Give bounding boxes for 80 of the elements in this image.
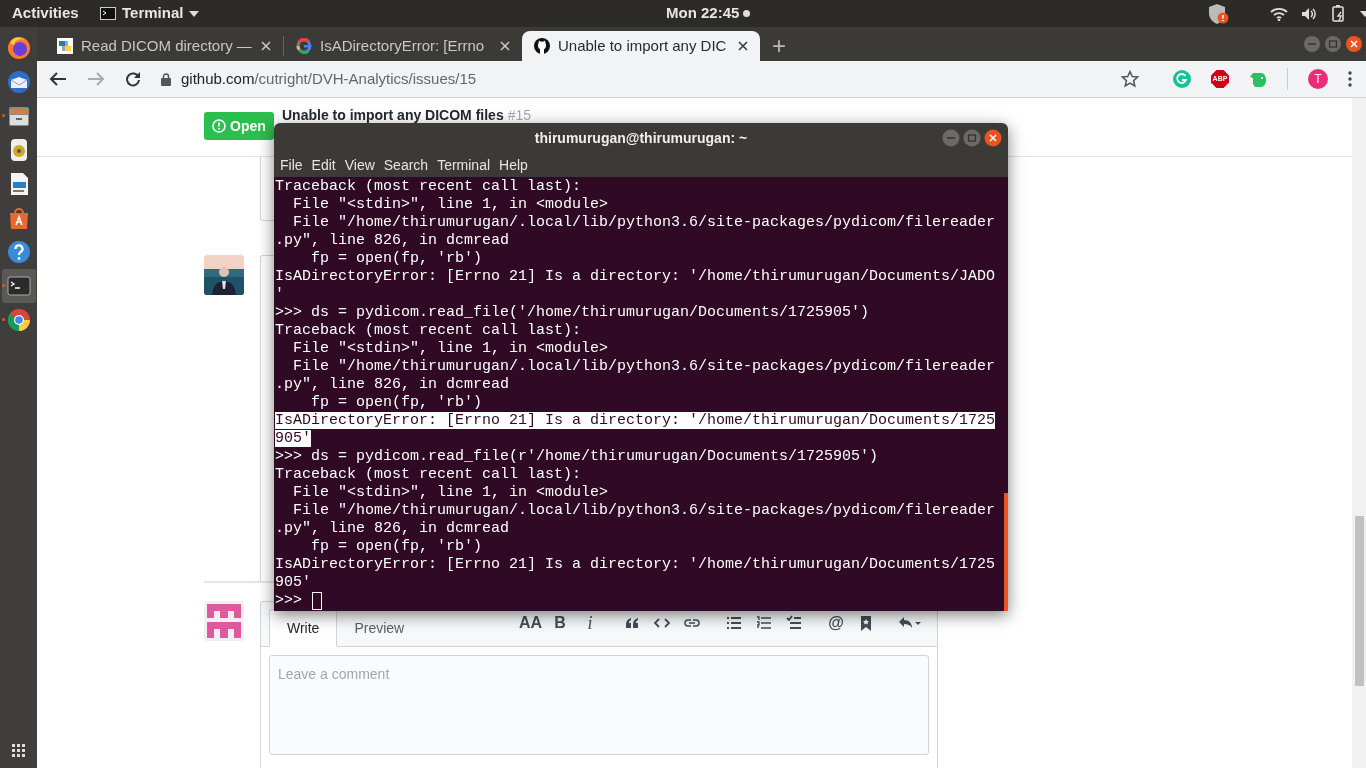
python-logo-icon (57, 38, 73, 54)
shield-icon[interactable] (1208, 2, 1230, 25)
editor-tab[interactable]: Preview (337, 609, 422, 647)
italic-button[interactable]: i (579, 609, 601, 637)
issue-number: #15 (507, 107, 532, 123)
new-tab-button[interactable]: + (772, 31, 786, 61)
terminal-line: ' (275, 286, 284, 303)
profile-avatar[interactable]: T (1308, 69, 1328, 89)
running-dot-icon (1, 284, 5, 287)
terminal-line: .py", line 826, in dcmread (275, 520, 510, 537)
terminal-icon (100, 7, 116, 20)
octocat-icon (534, 38, 550, 54)
menu-item[interactable]: Edit (311, 154, 336, 176)
dot-icon (743, 10, 751, 17)
text-cursor (312, 592, 322, 610)
task-list-icon[interactable] (786, 615, 802, 631)
app-menu[interactable]: Terminal (122, 2, 184, 25)
close-icon[interactable] (1346, 36, 1362, 52)
window-title: thirumurugan@thirumurugan: ~ (534, 128, 748, 148)
more-menu-icon[interactable] (1348, 71, 1352, 87)
menu-item[interactable]: Search (383, 154, 429, 176)
reload-icon[interactable] (125, 71, 141, 87)
terminal-prompt: >>> (275, 592, 302, 610)
terminal-line: 905' (275, 574, 311, 591)
terminal-line: Traceback (most recent call last): (275, 322, 582, 339)
caret-icon (189, 10, 200, 17)
numbered-list-icon[interactable] (756, 615, 772, 631)
google-logo-icon (296, 38, 312, 54)
terminal-line: fp = open(fp, 'rb') (310, 394, 483, 411)
menu-item[interactable]: Terminal (437, 154, 491, 176)
browser-tab[interactable]: IsADirectoryError: [Errno (284, 31, 522, 61)
terminal-line: .py", line 826, in dcmread (275, 232, 510, 249)
close-icon[interactable] (738, 41, 748, 51)
battery-icon[interactable] (1332, 5, 1346, 22)
terminal-line: IsADirectoryError: [Errno 21] Is a directory: '/home/thirumurugan/Documents/1725 (275, 556, 996, 573)
terminal-line: File "/home/thirumurugan/.local/lib/python3.6/site-packages/pydicom/filereader (292, 214, 996, 231)
alert-icon (212, 119, 227, 133)
terminal-line: Traceback (most recent call last): (275, 178, 582, 195)
editor-tab[interactable]: Write (269, 609, 338, 647)
clock[interactable]: Mon 22:45 (666, 2, 740, 25)
terminal-line: File "<stdin>", line 1, in <module> (292, 196, 609, 213)
terminal-line: File "/home/thirumurugan/.local/lib/python3.6/site-packages/pydicom/filereader (292, 358, 996, 375)
terminal-line: File "<stdin>", line 1, in <module> (292, 484, 609, 501)
quote-icon[interactable] (624, 615, 640, 631)
format-button[interactable]: AA (519, 611, 541, 635)
status-badge: Open (204, 112, 274, 140)
activities-button[interactable]: Activities (0, 2, 100, 25)
menu-item[interactable]: File (280, 154, 303, 176)
issue-title: Unable to import any DICOM files (282, 107, 504, 123)
terminal-line: fp = open(fp, 'rb') (310, 538, 483, 555)
running-dot-icon (1, 318, 5, 321)
bookmark-icon[interactable] (858, 615, 874, 631)
volume-icon[interactable] (1302, 6, 1318, 21)
terminal-line: >>> ds = pydicom.read_file(r'/home/thirumurugan/Documents/1725905') (275, 448, 879, 465)
terminal-line: >>> ds = pydicom.read_file('/home/thirumurugan/Documents/1725905') (275, 304, 870, 321)
menu-item[interactable]: View (344, 154, 375, 176)
browser-tab[interactable]: Unable to import any DIC (522, 31, 760, 61)
back-icon[interactable] (49, 71, 67, 87)
terminal-line: Traceback (most recent call last): (275, 466, 582, 483)
terminal-line: File "/home/thirumurugan/.local/lib/python3.6/site-packages/pydicom/filereader (292, 502, 996, 519)
format-button[interactable]: @ (825, 611, 847, 635)
terminal-line: File "<stdin>", line 1, in <module> (292, 340, 609, 357)
scrollbar[interactable] (1004, 493, 1008, 611)
browser-tab[interactable]: Read DICOM directory — (45, 31, 283, 61)
star-icon[interactable] (1121, 70, 1139, 88)
scrollbar[interactable] (1352, 98, 1366, 768)
menu-item[interactable]: Help (499, 154, 528, 176)
apps-grid-icon[interactable] (11, 744, 26, 758)
format-button[interactable]: B (549, 611, 571, 635)
comment-field[interactable]: Leave a comment (269, 655, 929, 755)
bullet-list-icon[interactable] (726, 615, 742, 631)
terminal-line: fp = open(fp, 'rb') (310, 250, 483, 267)
close-icon[interactable] (984, 129, 1002, 147)
terminal-line: IsADirectoryError: [Errno 21] Is a directory: '/home/thirumurugan/Documents/JADO (275, 268, 996, 285)
caret-icon[interactable] (1360, 10, 1366, 17)
lock-icon (161, 72, 171, 86)
identicon-icon (204, 601, 244, 641)
terminal-line: .py", line 826, in dcmread (275, 376, 510, 393)
running-dot-icon (1, 114, 5, 117)
wifi-icon[interactable] (1270, 6, 1288, 21)
